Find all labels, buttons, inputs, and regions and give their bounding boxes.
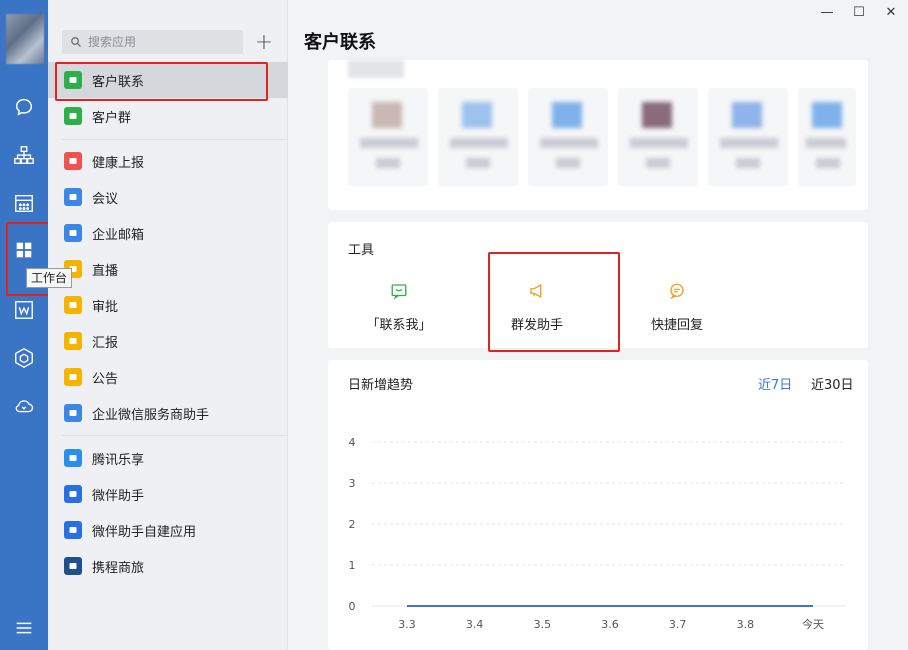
close-button[interactable]: ✕	[880, 4, 902, 20]
app-icon	[64, 152, 82, 170]
app-item[interactable]: 健康上报	[48, 143, 288, 179]
doc-w-icon[interactable]	[12, 298, 36, 322]
x-tick-label: 3.7	[669, 618, 687, 631]
app-icon	[64, 449, 82, 467]
app-icon	[64, 404, 82, 422]
org-chart-icon[interactable]	[12, 143, 36, 167]
mass-message-label: 群发助手	[510, 318, 563, 333]
x-tick-label: 3.4	[466, 618, 484, 631]
tools-section-title: 工具	[348, 243, 375, 258]
app-icon	[64, 557, 82, 575]
app-item-label: 微伴助手	[92, 488, 145, 504]
divider	[62, 139, 288, 140]
megaphone-icon	[530, 283, 542, 299]
contact-me-icon	[391, 284, 407, 300]
app-item[interactable]: 直播	[48, 251, 288, 287]
app-item[interactable]: 汇报	[48, 323, 288, 359]
app-icon	[64, 368, 82, 386]
left-rail	[0, 0, 48, 650]
y-tick-label: 4	[349, 436, 356, 449]
page-title: 客户联系	[304, 32, 376, 53]
app-icon	[64, 521, 82, 539]
app-item[interactable]: 客户联系	[48, 62, 288, 98]
app-icon	[64, 332, 82, 350]
x-tick-label: 3.5	[534, 618, 552, 631]
contact-tile[interactable]	[618, 88, 698, 186]
app-icon	[64, 107, 82, 125]
divider	[62, 435, 288, 436]
chat-icon[interactable]	[12, 95, 36, 119]
trend-card: 日新增趋势 近7日 近30日 0 1 2 3 4 3.3 3.4 3.5 3.6 3.7 3.8 今天	[328, 360, 868, 650]
x-tick-label: 3.8	[737, 618, 755, 631]
quick-reply-label: 快捷回复	[650, 318, 703, 333]
contact-tile[interactable]	[528, 88, 608, 186]
contact-tile[interactable]	[798, 88, 856, 186]
contact-tile[interactable]	[348, 88, 428, 186]
app-item[interactable]: 公告	[48, 359, 288, 395]
contact-me-label: 「联系我」	[366, 318, 432, 333]
app-search-input[interactable]	[88, 35, 228, 49]
cube-icon[interactable]	[12, 346, 36, 370]
app-icon	[64, 224, 82, 242]
cloud-icon[interactable]	[12, 394, 36, 418]
app-item[interactable]: 企业邮箱	[48, 215, 288, 251]
mass-message-tool[interactable]: 群发助手	[482, 282, 592, 333]
app-item[interactable]: 客户群	[48, 98, 288, 134]
maximize-button[interactable]: ☐	[848, 4, 870, 20]
app-item[interactable]: 微伴助手自建应用	[48, 512, 288, 548]
workbench-grid-icon[interactable]	[12, 238, 36, 262]
tools-card: 工具 「联系我」 群发助手 快捷回复	[328, 222, 868, 348]
app-item[interactable]: 会议	[48, 179, 288, 215]
app-list-panel: + 客户联系客户群健康上报会议企业邮箱直播审批汇报公告企业微信服务商助手腾讯乐享…	[48, 0, 288, 650]
blurred-name	[348, 60, 404, 78]
app-item-label: 腾讯乐享	[92, 452, 145, 468]
app-item-label: 会议	[92, 191, 119, 207]
workbench-tooltip: 工作台	[26, 268, 73, 288]
y-tick-label: 0	[349, 600, 356, 613]
app-icon	[64, 71, 82, 89]
trend-chart: 0 1 2 3 4 3.3 3.4 3.5 3.6 3.7 3.8 今天	[349, 436, 846, 631]
search-icon	[71, 37, 81, 47]
app-icon	[64, 485, 82, 503]
app-icon	[64, 296, 82, 314]
contact-me-tool[interactable]: 「联系我」	[344, 282, 454, 333]
app-item-label: 企业邮箱	[92, 227, 145, 243]
main-content: — ☐ ✕ 客户联系 工具 「联系我」 群发助手 快捷回复 日新增趋势 近7日 …	[288, 0, 908, 650]
minimize-button[interactable]: —	[816, 4, 838, 20]
x-tick-label: 3.6	[601, 618, 619, 631]
x-tick-label: 3.3	[398, 618, 416, 631]
app-item[interactable]: 携程商旅	[48, 548, 288, 584]
app-item[interactable]: 企业微信服务商助手	[48, 395, 288, 431]
app-search-box[interactable]	[62, 30, 243, 54]
app-item-label: 公告	[92, 371, 119, 387]
quick-reply-tool[interactable]: 快捷回复	[622, 282, 732, 333]
app-item-label: 客户联系	[92, 74, 145, 90]
app-item-label: 微伴助手自建应用	[92, 524, 197, 540]
x-tick-label: 今天	[802, 617, 824, 631]
app-item-label: 客户群	[92, 110, 132, 126]
app-item-label: 直播	[92, 263, 119, 279]
y-tick-label: 1	[349, 559, 356, 572]
app-item[interactable]: 审批	[48, 287, 288, 323]
menu-icon[interactable]	[12, 616, 36, 640]
avatar[interactable]	[6, 14, 44, 64]
app-item[interactable]: 腾讯乐享	[48, 440, 288, 476]
app-item[interactable]: 微伴助手	[48, 476, 288, 512]
contact-tile[interactable]	[438, 88, 518, 186]
quick-reply-icon	[669, 283, 684, 300]
add-app-button[interactable]: +	[254, 30, 274, 55]
calendar-icon[interactable]	[12, 191, 36, 215]
app-item-label: 汇报	[92, 335, 119, 351]
y-tick-label: 3	[349, 477, 356, 490]
app-icon	[64, 188, 82, 206]
contacts-card	[328, 60, 868, 210]
app-item-label: 审批	[92, 299, 119, 315]
y-tick-label: 2	[349, 518, 356, 531]
contact-tile[interactable]	[708, 88, 788, 186]
app-item-label: 携程商旅	[92, 560, 145, 576]
app-item-label: 企业微信服务商助手	[92, 407, 210, 423]
app-item-label: 健康上报	[92, 155, 145, 171]
